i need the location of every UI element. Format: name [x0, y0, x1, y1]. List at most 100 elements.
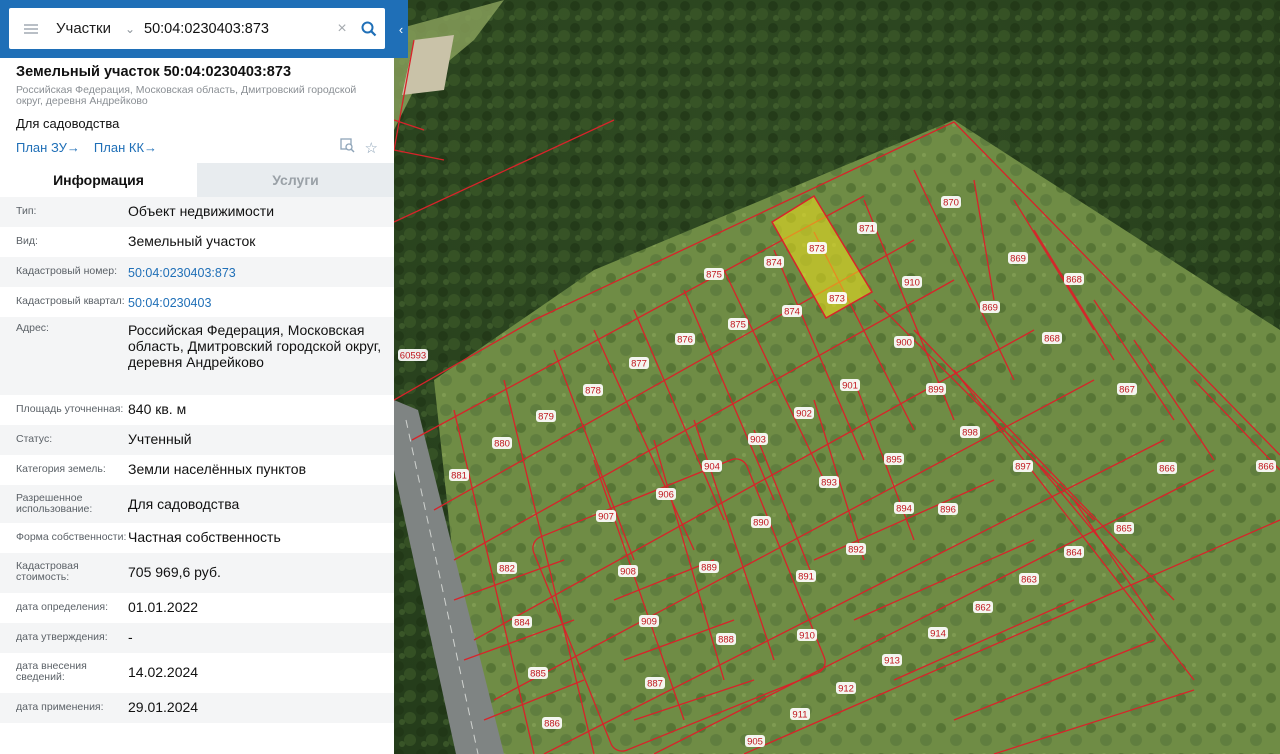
parcel-label[interactable]: 909	[641, 617, 657, 628]
search-button[interactable]	[353, 8, 385, 49]
parcel-label[interactable]: 878	[585, 386, 601, 397]
info-row: Площадь уточненная: 840 кв. м	[0, 395, 394, 425]
parcel-label[interactable]: 868	[1044, 334, 1060, 345]
parcel-label[interactable]: 898	[962, 428, 978, 439]
satellite-map[interactable]: 870 871 873 873 874 874 875 875 869 869 868 868 867 8…	[394, 0, 1280, 754]
parcel-label[interactable]: 912	[838, 684, 854, 695]
parcel-label[interactable]: 886	[544, 719, 560, 730]
parcel-label[interactable]: 885	[530, 669, 546, 680]
parcel-label[interactable]: 881	[451, 471, 467, 482]
parcel-label[interactable]: 879	[538, 412, 554, 423]
parcel-label[interactable]: 911	[792, 710, 807, 721]
parcel-label[interactable]: 874	[784, 307, 800, 318]
parcel-label[interactable]: 869	[1010, 254, 1026, 265]
parcel-label[interactable]: 900	[896, 338, 912, 349]
parcel-label[interactable]: 904	[704, 462, 720, 473]
info-value: 14.02.2024	[128, 664, 199, 680]
parcel-label[interactable]: 867	[1119, 385, 1135, 396]
parcel-label[interactable]: 899	[928, 385, 944, 396]
parcel-label[interactable]: 892	[848, 545, 864, 556]
menu-icon[interactable]	[9, 8, 53, 49]
parcel-label[interactable]: 864	[1066, 548, 1082, 559]
object-title: Земельный участок 50:04:0230403:873	[16, 64, 292, 80]
parcel-label[interactable]: 890	[753, 518, 769, 529]
info-row: дата внесения сведений: 14.02.2024	[0, 653, 394, 693]
plan-zu-label: План ЗУ	[16, 140, 67, 155]
map-view[interactable]: 870 871 873 873 874 874 875 875 869 869 868 868 867 8…	[394, 0, 1280, 754]
search-type-select[interactable]: Участки	[53, 20, 119, 37]
parcel-label[interactable]: 895	[886, 455, 902, 466]
parcel-label[interactable]: 905	[747, 737, 763, 748]
info-row: Кадастровый квартал: 50:04:0230403	[0, 287, 394, 317]
parcel-label[interactable]: 882	[499, 564, 515, 575]
info-label: Кадастровая стоимость:	[16, 560, 79, 583]
info-panel: Участки ⌄ 50:04:0230403:873 × Земельный …	[0, 0, 394, 754]
parcel-label[interactable]: 901	[842, 381, 858, 392]
zoom-to-object-icon[interactable]	[339, 138, 355, 157]
parcel-label[interactable]: 866	[1159, 464, 1175, 475]
plan-zu-link[interactable]: План ЗУ→	[16, 140, 80, 155]
chevron-down-icon[interactable]: ⌄	[119, 22, 141, 36]
parcel-label[interactable]: 877	[631, 359, 647, 370]
parcel-label[interactable]: 868	[1066, 275, 1082, 286]
collapse-panel-button[interactable]: ‹	[394, 0, 408, 58]
parcel-label[interactable]: 866	[1258, 462, 1274, 473]
parcel-label[interactable]: 908	[620, 567, 636, 578]
tab-services[interactable]: Услуги	[197, 163, 394, 197]
star-icon[interactable]: ☆	[365, 139, 378, 157]
parcel-label[interactable]: 889	[701, 563, 717, 574]
panel-tabs: Информация Услуги	[0, 163, 394, 197]
parcel-label[interactable]: 884	[514, 618, 530, 629]
parcel-label[interactable]: 888	[718, 635, 734, 646]
parcel-label[interactable]: 863	[1021, 575, 1037, 586]
parcel-label[interactable]: 910	[904, 278, 920, 289]
parcel-label[interactable]: 869	[982, 303, 998, 314]
info-row: Вид: Земельный участок	[0, 227, 394, 257]
parcel-label[interactable]: 60593	[400, 351, 426, 362]
info-label: Вид:	[16, 235, 38, 247]
search-input[interactable]: 50:04:0230403:873	[141, 21, 331, 37]
info-value-link[interactable]: 50:04:0230403:873	[128, 257, 394, 287]
tab-information[interactable]: Информация	[0, 163, 197, 197]
info-table: Тип: Объект недвижимости Вид: Земельный уча…	[0, 197, 394, 723]
clear-icon[interactable]: ×	[331, 20, 353, 38]
parcel-label[interactable]: 913	[884, 656, 900, 667]
parcel-label[interactable]: 874	[766, 258, 782, 269]
info-row: Кадастровая стоимость: 705 969,6 руб.	[0, 553, 394, 593]
parcel-label[interactable]: 906	[658, 490, 674, 501]
info-value: Земельный участок	[128, 233, 256, 249]
info-value: Объект недвижимости	[128, 203, 275, 219]
parcel-label[interactable]: 896	[940, 505, 956, 516]
info-row: Кадастровый номер: 50:04:0230403:873	[0, 257, 394, 287]
parcel-label[interactable]: 875	[730, 320, 746, 331]
parcel-label[interactable]: 894	[896, 504, 912, 515]
parcel-label[interactable]: 910	[799, 631, 815, 642]
parcel-label[interactable]: 903	[750, 435, 766, 446]
parcel-label[interactable]: 876	[677, 335, 693, 346]
parcel-label[interactable]: 873	[829, 294, 845, 305]
parcel-label[interactable]: 907	[598, 512, 614, 523]
info-label: Площадь уточненная:	[16, 403, 124, 415]
info-label: Адрес:	[16, 322, 49, 334]
parcel-label[interactable]: 887	[647, 679, 663, 690]
parcel-label[interactable]: 914	[930, 629, 946, 640]
parcel-label[interactable]: 871	[859, 224, 875, 235]
info-value: 29.01.2024	[128, 699, 199, 715]
parcel-label[interactable]: 893	[821, 478, 837, 489]
parcel-label[interactable]: 873	[809, 244, 825, 255]
info-value-link[interactable]: 50:04:0230403	[128, 287, 394, 317]
info-label: Разрешенное использование:	[16, 492, 93, 515]
parcel-label[interactable]: 870	[943, 198, 959, 209]
object-address: Российская Федерация, Московская область…	[16, 84, 357, 107]
parcel-label[interactable]: 865	[1116, 524, 1132, 535]
parcel-label[interactable]: 862	[975, 603, 991, 614]
info-row: Категория земель: Земли населённых пункто…	[0, 455, 394, 485]
parcel-label[interactable]: 891	[798, 572, 814, 583]
info-value: -	[128, 629, 133, 645]
parcel-label[interactable]: 897	[1015, 462, 1031, 473]
info-row: Разрешенное использование: Для садоводств…	[0, 485, 394, 523]
plan-kk-link[interactable]: План КК→	[94, 140, 157, 155]
parcel-label[interactable]: 880	[494, 439, 510, 450]
parcel-label[interactable]: 902	[796, 409, 812, 420]
parcel-label[interactable]: 875	[706, 270, 722, 281]
